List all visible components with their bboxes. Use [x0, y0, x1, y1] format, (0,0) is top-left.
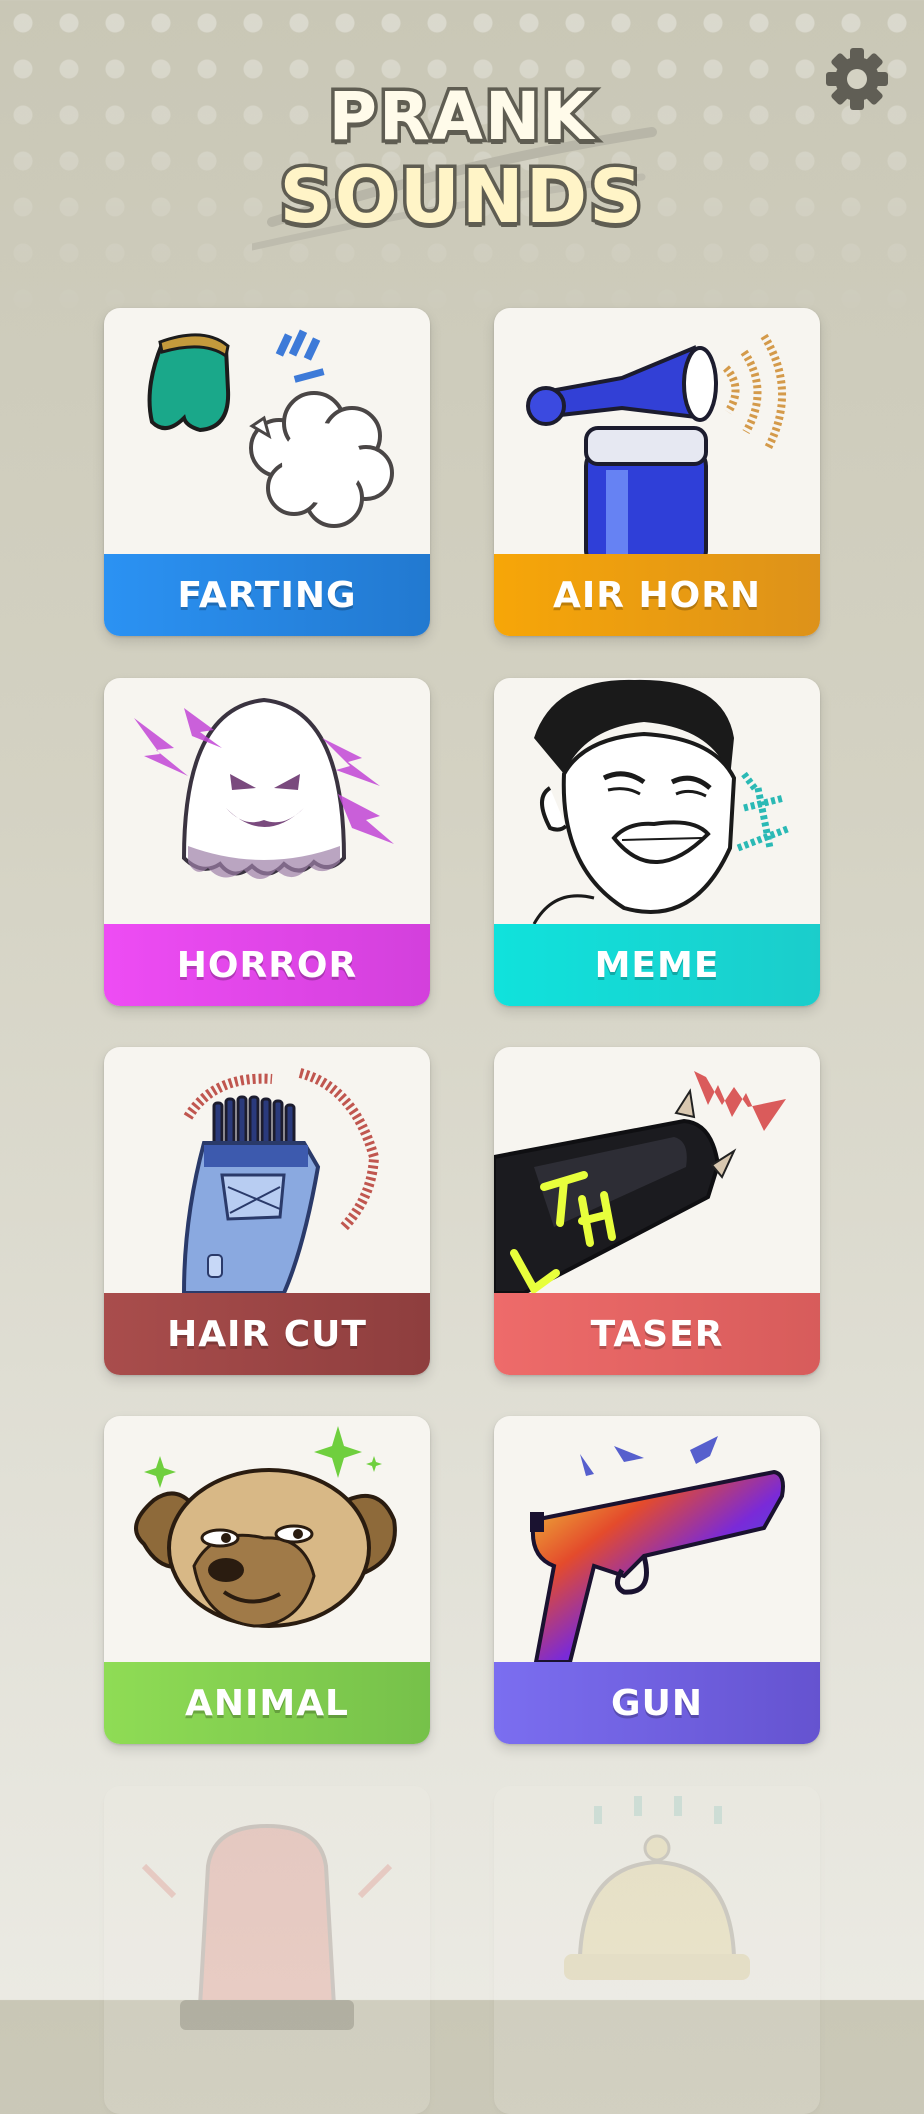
category-label-band: AIR HORN: [494, 554, 820, 636]
category-card-meme[interactable]: MEME: [494, 678, 820, 1006]
app-logo: PRANK SOUNDS: [252, 72, 672, 262]
fart-cloud-icon: [104, 308, 430, 554]
siren-icon: [104, 1786, 430, 2032]
category-card-air-horn[interactable]: AIR HORN: [494, 308, 820, 636]
category-label: TASER: [590, 1313, 724, 1355]
category-label: MEME: [594, 944, 720, 986]
meme-face-icon: [494, 678, 820, 925]
category-label-band: FARTING: [104, 554, 430, 636]
hair-clipper-icon: [104, 1047, 430, 1295]
category-card-animal[interactable]: ANIMAL: [104, 1416, 430, 1744]
logo-title-line2: SOUNDS: [276, 151, 646, 244]
category-card-farting[interactable]: FARTING: [104, 308, 430, 636]
category-card-siren[interactable]: [104, 1786, 430, 2114]
dog-icon: [104, 1416, 430, 1662]
settings-button[interactable]: [822, 44, 892, 114]
category-card-bell[interactable]: [494, 1786, 820, 2114]
gear-icon: [826, 48, 888, 110]
category-label-band: MEME: [494, 924, 820, 1006]
category-label: AIR HORN: [552, 574, 762, 616]
category-label-band: GUN: [494, 1662, 820, 1744]
category-card-taser[interactable]: TASER: [494, 1047, 820, 1375]
logo-title-line1: PRANK: [325, 75, 597, 159]
taser-icon: [494, 1047, 820, 1295]
category-label: ANIMAL: [184, 1682, 349, 1724]
pistol-icon: [494, 1416, 820, 1664]
ghost-icon: [104, 678, 430, 924]
category-label: HORROR: [176, 944, 358, 986]
category-label: GUN: [611, 1682, 703, 1724]
service-bell-icon: [494, 1786, 820, 2032]
air-horn-icon: [494, 308, 820, 570]
category-label: HAIR CUT: [167, 1313, 367, 1355]
category-label-band: TASER: [494, 1293, 820, 1375]
category-card-horror[interactable]: HORROR: [104, 678, 430, 1006]
category-label: FARTING: [177, 574, 357, 616]
category-card-gun[interactable]: GUN: [494, 1416, 820, 1744]
category-card-hair-cut[interactable]: HAIR CUT: [104, 1047, 430, 1375]
category-label-band: ANIMAL: [104, 1662, 430, 1744]
category-label-band: HORROR: [104, 924, 430, 1006]
category-label-band: HAIR CUT: [104, 1293, 430, 1375]
